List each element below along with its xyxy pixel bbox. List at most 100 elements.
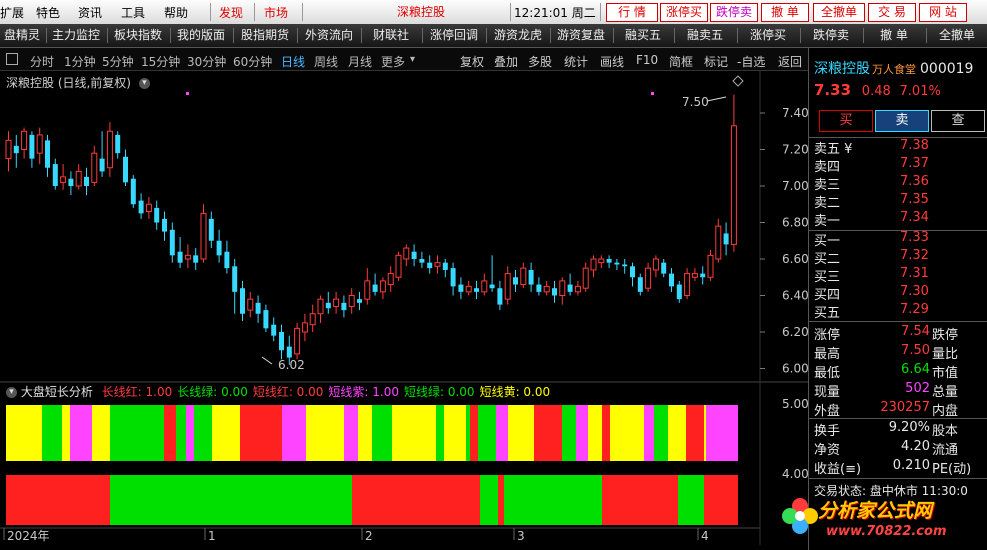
candle-body-up — [559, 280, 566, 296]
candle-body-down — [372, 284, 378, 292]
candle-body-up — [403, 247, 410, 260]
order-level[interactable]: 卖四 7.37 — [814, 156, 984, 175]
adjust-button[interactable]: 复权 — [460, 53, 484, 70]
period-1min[interactable]: 1分钟 — [64, 53, 96, 70]
sell-button[interactable]: 卖 — [875, 110, 929, 132]
candle-body-down — [154, 207, 160, 223]
short-term-bar — [610, 405, 644, 461]
toolbar-item-hot-money-review[interactable]: 游资复盘 — [552, 27, 610, 44]
toolbar-item-limit-pullback[interactable]: 涨停回调 — [425, 27, 483, 44]
query-button[interactable]: 查 — [931, 110, 985, 132]
candle-body-down — [606, 259, 612, 263]
period-monthly[interactable]: 月线 — [348, 53, 372, 70]
chevron-down-icon[interactable]: ▾ — [6, 387, 17, 398]
chevron-down-icon[interactable]: ▾ — [410, 54, 415, 65]
website-button[interactable]: 网 站 — [919, 3, 967, 22]
x-tick-label: 2 — [365, 529, 373, 543]
cancel-all-button[interactable]: 全撤单 — [813, 3, 865, 22]
short-term-bar — [436, 405, 444, 461]
short-term-bar — [70, 405, 92, 461]
toolbar-item-cancel-all[interactable]: 全撤单 — [929, 27, 985, 44]
limit-up-buy-button[interactable]: 涨停买 — [660, 3, 708, 22]
level-label: 买五 — [814, 306, 841, 321]
candle-body-down — [536, 284, 542, 292]
period-weekly[interactable]: 周线 — [314, 53, 338, 70]
statistics-button[interactable]: 统计 — [564, 53, 588, 70]
clock: 12:21:01 周二 — [514, 6, 596, 20]
menu-extend[interactable]: 扩展 — [0, 4, 24, 21]
menu-discover[interactable]: 发现 — [219, 4, 243, 21]
overlay-button[interactable]: 叠加 — [494, 53, 518, 70]
level-price: 7.38 — [900, 138, 929, 153]
stat-value: 502 — [905, 381, 930, 396]
order-level[interactable]: 卖三 7.36 — [814, 174, 984, 193]
period-30min[interactable]: 30分钟 — [187, 53, 226, 70]
menu-features[interactable]: 特色 — [36, 4, 60, 21]
order-level[interactable]: 卖二 7.35 — [814, 192, 984, 211]
candle-body-up — [387, 273, 394, 286]
limit-down-sell-button[interactable]: 跌停卖 — [710, 3, 758, 22]
stat-row: 外盘 230257 内盘 — [814, 400, 986, 419]
f10-button[interactable]: F10 — [636, 53, 658, 67]
period-daily[interactable]: 日线 — [281, 53, 305, 70]
multi-stock-button[interactable]: 多股 — [528, 53, 552, 70]
candle-body-down — [271, 324, 277, 336]
cancel-order-button[interactable]: 撤 单 — [761, 3, 809, 22]
toolbar-item-limit-down-sell[interactable]: 跌停卖 — [803, 27, 859, 44]
stat-label-2: 量比 — [932, 347, 959, 362]
order-level[interactable]: 卖五 ¥ 7.38 — [814, 138, 984, 157]
short-term-bar — [392, 405, 436, 461]
order-level[interactable]: 买二 7.32 — [814, 248, 984, 267]
trade-button[interactable]: 交 易 — [868, 3, 916, 22]
period-15min[interactable]: 15分钟 — [141, 53, 180, 70]
period-tick[interactable]: 分时 — [30, 53, 54, 70]
draw-line-button[interactable]: 画线 — [600, 53, 624, 70]
candle-body-down — [450, 268, 456, 287]
indicator-value: 短线绿: 0.00 — [403, 385, 475, 399]
add-watchlist-button[interactable]: -自选 — [737, 53, 765, 70]
order-level[interactable]: 买一 7.33 — [814, 230, 984, 249]
toolbar-item-sector-index[interactable]: 板块指数 — [110, 27, 166, 44]
period-5min[interactable]: 5分钟 — [102, 53, 134, 70]
candle-body-down — [357, 299, 362, 303]
mark-button[interactable]: 标记 — [704, 53, 728, 70]
back-button[interactable]: 返回 — [778, 53, 802, 70]
order-level[interactable]: 买五 7.29 — [814, 302, 984, 321]
candle-body-up — [106, 130, 113, 169]
toolbar-item-main-monitor[interactable]: 主力监控 — [48, 27, 104, 44]
chevron-down-icon[interactable]: ▾ — [138, 78, 150, 89]
toolbar-item-cancel[interactable]: 撤 单 — [866, 27, 922, 44]
menu-news[interactable]: 资讯 — [78, 4, 102, 21]
level-price: 7.29 — [900, 302, 929, 317]
toolbar-item-index-futures[interactable]: 股指期货 — [236, 27, 294, 44]
kline-chart[interactable]: 7.40 7.20 7.00 6.80 6.60 6.40 6.20 6.00 7.50 6.… — [0, 70, 808, 550]
period-60min[interactable]: 60分钟 — [233, 53, 272, 70]
simple-frame-button[interactable]: 简框 — [669, 53, 693, 70]
toolbar-item-margin-buy5[interactable]: 融买五 — [616, 27, 670, 44]
order-level[interactable]: 买四 7.30 — [814, 284, 984, 303]
toolbar-item-hot-money[interactable]: 游资龙虎 — [489, 27, 547, 44]
buy-button[interactable]: 买 — [819, 110, 873, 132]
watermark-text: 分析家公式网 — [818, 500, 933, 522]
toolbar-item-limit-up-buy[interactable]: 涨停买 — [740, 27, 796, 44]
menu-tools[interactable]: 工具 — [121, 4, 145, 21]
toolbar-item-wizard[interactable]: 盘精灵 — [0, 27, 44, 44]
order-level[interactable]: 卖一 7.34 — [814, 210, 984, 229]
stat-value: 9.20% — [888, 420, 930, 435]
short-term-bar — [668, 405, 686, 461]
candle-body-down — [68, 178, 74, 186]
menu-market[interactable]: 市场 — [264, 4, 288, 21]
layout-toggle-icon[interactable] — [6, 53, 18, 65]
quote-button[interactable]: 行 情 — [606, 3, 658, 22]
toolbar-item-foreign-flow[interactable]: 外资流向 — [300, 27, 358, 44]
candle-body-up — [91, 152, 98, 183]
toolbar-item-cls[interactable]: 财联社 — [363, 27, 419, 44]
order-level[interactable]: 买三 7.31 — [814, 266, 984, 285]
toolbar-item-margin-sell5[interactable]: 融卖五 — [677, 27, 733, 44]
period-more[interactable]: 更多 — [381, 53, 405, 70]
toolbar-item-my-layout[interactable]: 我的版面 — [172, 27, 230, 44]
level-label: 卖二 — [814, 196, 841, 211]
menu-help[interactable]: 帮助 — [164, 4, 188, 21]
diamond-icon[interactable] — [732, 75, 744, 87]
marker-dot — [186, 92, 189, 95]
